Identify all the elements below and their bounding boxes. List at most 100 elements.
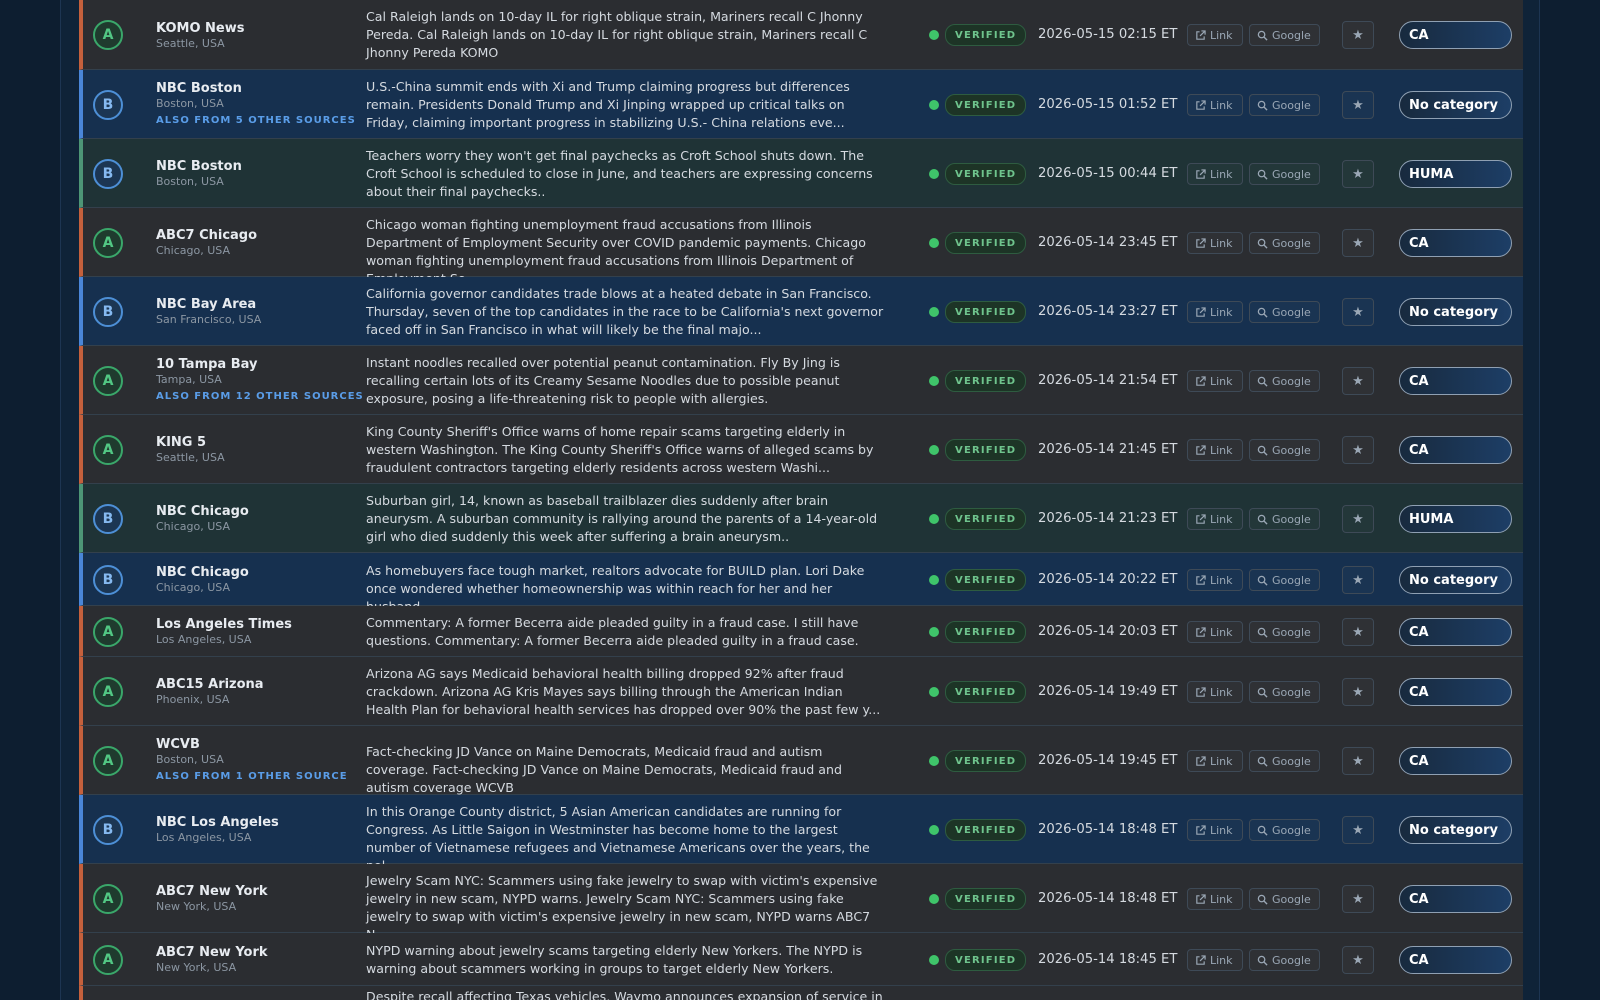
google-search-button[interactable]: Google <box>1249 949 1320 971</box>
category-select[interactable]: CA <box>1399 885 1512 913</box>
open-link-button[interactable]: Link <box>1187 94 1243 116</box>
google-search-button[interactable]: Google <box>1249 232 1320 254</box>
open-link-button[interactable]: Link <box>1187 949 1243 971</box>
category-select[interactable]: CA <box>1399 21 1512 49</box>
category-select[interactable]: CA <box>1399 436 1512 464</box>
google-search-button[interactable]: Google <box>1249 888 1320 910</box>
table-row[interactable]: B NBC Chicago Chicago, USA Suburban girl, 1… <box>79 484 1523 553</box>
star-button[interactable]: ★ <box>1342 229 1374 257</box>
table-row[interactable]: B NBC Bay Area San Francisco, USA Californi… <box>79 277 1523 346</box>
open-link-button[interactable]: Link <box>1187 439 1243 461</box>
source-name[interactable]: NBC Chicago <box>156 504 356 520</box>
star-button[interactable]: ★ <box>1342 747 1374 775</box>
category-select[interactable]: CA <box>1399 747 1512 775</box>
category-select[interactable]: No category <box>1399 91 1512 119</box>
google-search-button[interactable]: Google <box>1249 819 1320 841</box>
source-name[interactable]: NBC Los Angeles <box>156 815 356 831</box>
open-link-button[interactable]: Link <box>1187 163 1243 185</box>
table-row[interactable]: B NBC Los Angeles Los Angeles, USA In this … <box>79 795 1523 873</box>
google-search-button[interactable]: Google <box>1249 439 1320 461</box>
open-link-button[interactable]: Link <box>1187 621 1243 643</box>
category-select[interactable]: CA <box>1399 618 1512 646</box>
google-search-button[interactable]: Google <box>1249 569 1320 591</box>
open-link-button[interactable]: Link <box>1187 370 1243 392</box>
source-location: New York, USA <box>156 900 237 913</box>
star-button[interactable]: ★ <box>1342 618 1374 646</box>
table-row[interactable]: A 10 Tampa Bay Tampa, USA ALSO FROM 12 OTHE… <box>79 346 1523 415</box>
category-select[interactable]: HUMA <box>1399 160 1512 188</box>
external-link-icon <box>1188 444 1210 456</box>
star-button[interactable]: ★ <box>1342 21 1374 49</box>
google-search-button[interactable]: Google <box>1249 621 1320 643</box>
table-row[interactable]: B NBC Boston Boston, USA ALSO FROM 5 OTHER … <box>79 70 1523 139</box>
category-select[interactable]: No category <box>1399 298 1512 326</box>
star-button[interactable]: ★ <box>1342 885 1374 913</box>
google-search-button[interactable]: Google <box>1249 681 1320 703</box>
also-from-sources-link[interactable]: ALSO FROM 1 OTHER SOURCE <box>156 771 356 782</box>
open-link-button[interactable]: Link <box>1187 888 1243 910</box>
table-row[interactable]: Despite recall affecting Texas vehicles,… <box>79 986 1523 1000</box>
table-row[interactable]: A KING 5 Seattle, USA King County Sheriff's… <box>79 415 1523 484</box>
google-search-button[interactable]: Google <box>1249 750 1320 772</box>
open-link-button[interactable]: Link <box>1187 569 1243 591</box>
star-button[interactable]: ★ <box>1342 678 1374 706</box>
google-search-button[interactable]: Google <box>1249 163 1320 185</box>
category-select[interactable]: CA <box>1399 367 1512 395</box>
table-row[interactable]: B NBC Boston Boston, USA Teachers worry the… <box>79 139 1523 208</box>
source-name[interactable]: NBC Chicago <box>156 565 356 581</box>
table-row[interactable]: B NBC Chicago Chicago, USA As homebuyers fa… <box>79 553 1523 614</box>
search-icon <box>1250 100 1272 111</box>
table-row[interactable]: A ABC15 Arizona Phoenix, USA Arizona AG say… <box>79 657 1523 726</box>
open-link-button[interactable]: Link <box>1187 508 1243 530</box>
category-select[interactable]: CA <box>1399 229 1512 257</box>
star-button[interactable]: ★ <box>1342 816 1374 844</box>
category-select[interactable]: CA <box>1399 946 1512 974</box>
star-button[interactable]: ★ <box>1342 298 1374 326</box>
open-link-button[interactable]: Link <box>1187 819 1243 841</box>
source-name[interactable]: ABC7 New York <box>156 945 356 961</box>
source-name[interactable]: NBC Boston <box>156 81 356 97</box>
google-search-button[interactable]: Google <box>1249 24 1320 46</box>
category-select[interactable]: CA <box>1399 678 1512 706</box>
source-name[interactable]: NBC Bay Area <box>156 297 356 313</box>
status-cell: VERIFIED <box>929 949 1027 971</box>
also-from-sources-link[interactable]: ALSO FROM 12 OTHER SOURCES <box>156 391 363 402</box>
source-name[interactable]: ABC7 Chicago <box>156 228 356 244</box>
category-select[interactable]: HUMA <box>1399 505 1512 533</box>
star-button[interactable]: ★ <box>1342 436 1374 464</box>
open-link-button[interactable]: Link <box>1187 750 1243 772</box>
open-link-button[interactable]: Link <box>1187 232 1243 254</box>
google-search-button[interactable]: Google <box>1249 508 1320 530</box>
source-name[interactable]: ABC15 Arizona <box>156 677 356 693</box>
table-row[interactable]: A ABC7 New York New York, USA NYPD warning … <box>79 933 1523 986</box>
also-from-sources-link[interactable]: ALSO FROM 5 OTHER SOURCES <box>156 115 356 126</box>
star-button[interactable]: ★ <box>1342 367 1374 395</box>
table-row[interactable]: A ABC7 New York New York, USA Jewelry Scam … <box>79 864 1523 942</box>
verified-badge: VERIFIED <box>945 439 1027 461</box>
open-link-button[interactable]: Link <box>1187 681 1243 703</box>
star-button[interactable]: ★ <box>1342 505 1374 533</box>
source-name[interactable]: ABC7 New York <box>156 884 356 900</box>
source-name[interactable]: KING 5 <box>156 435 356 451</box>
open-link-button[interactable]: Link <box>1187 301 1243 323</box>
google-search-label: Google <box>1272 754 1311 768</box>
google-search-button[interactable]: Google <box>1249 370 1320 392</box>
category-select[interactable]: No category <box>1399 566 1512 594</box>
star-button[interactable]: ★ <box>1342 160 1374 188</box>
source-name[interactable]: WCVB <box>156 737 356 753</box>
table-row[interactable]: A Los Angeles Times Los Angeles, USA Commen… <box>79 606 1523 657</box>
source-name[interactable]: NBC Boston <box>156 159 356 175</box>
google-search-button[interactable]: Google <box>1249 94 1320 116</box>
star-button[interactable]: ★ <box>1342 91 1374 119</box>
category-select[interactable]: No category <box>1399 816 1512 844</box>
star-button[interactable]: ★ <box>1342 566 1374 594</box>
source-name[interactable]: KOMO News <box>156 21 356 37</box>
table-row[interactable]: A ABC7 Chicago Chicago, USA Chicago woman f… <box>79 208 1523 286</box>
open-link-button[interactable]: Link <box>1187 24 1243 46</box>
google-search-button[interactable]: Google <box>1249 301 1320 323</box>
table-row[interactable]: A WCVB Boston, USA ALSO FROM 1 OTHER SOURCE… <box>79 726 1523 795</box>
source-name[interactable]: 10 Tampa Bay <box>156 357 356 373</box>
source-name[interactable]: Los Angeles Times <box>156 617 356 633</box>
star-button[interactable]: ★ <box>1342 946 1374 974</box>
table-row[interactable]: A KOMO News Seattle, USA Cal Raleigh lands … <box>79 0 1523 70</box>
